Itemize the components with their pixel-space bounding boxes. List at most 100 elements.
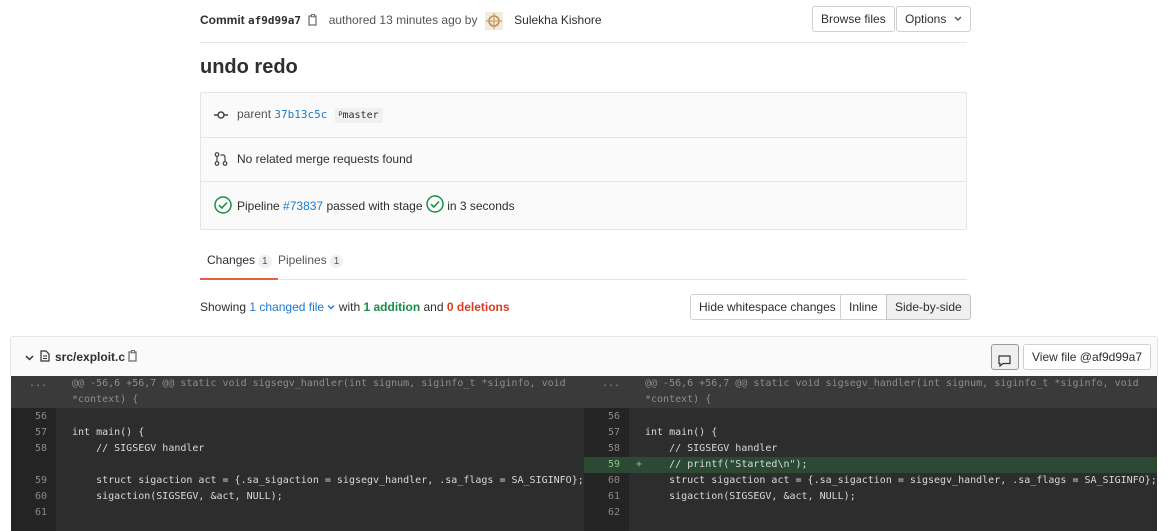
file-path[interactable]: src/exploit.c [55, 350, 125, 364]
parent-sha-link[interactable]: 37b13c5c [274, 108, 327, 121]
with-text: with [338, 300, 361, 314]
pipeline-link[interactable]: #73837 [283, 199, 323, 213]
line-number[interactable]: 58 [11, 441, 47, 457]
hunk-expand[interactable]: ... [11, 376, 47, 392]
commit-meta: Commit af9d99a7 authored 13 minutes ago … [200, 12, 602, 30]
tab-changes-label: Changes [207, 253, 256, 267]
options-dropdown[interactable]: Options [896, 6, 972, 32]
line-number[interactable]: 62 [584, 505, 620, 521]
merge-request-icon [214, 152, 228, 169]
diff-line: 58 // SIGSEGV handler [584, 441, 1157, 457]
commit-node-icon [214, 108, 228, 125]
diff-line-added: 59 + // printf("Started\n"); [584, 457, 1157, 473]
and-text: and [423, 300, 444, 314]
diff-line: 62 [584, 505, 1157, 521]
hunk-header: ... @@ -56,6 +56,7 @@ static void sigseg… [584, 376, 1157, 408]
changed-files-dropdown[interactable]: 1 changed file [249, 300, 338, 314]
code-text: // SIGSEGV handler [645, 443, 778, 454]
tab-pipelines[interactable]: Pipelines 1 [278, 253, 344, 268]
commit-header: Commit af9d99a7 authored 13 minutes ago … [200, 0, 972, 43]
pipeline-passed-icon[interactable] [214, 196, 232, 217]
hunk-text-1: @@ -56,6 +56,7 @@ static void sigsegv_ha… [645, 378, 1139, 389]
code-text: int main() { [645, 427, 718, 438]
hide-whitespace-button[interactable]: Hide whitespace changes [690, 294, 845, 320]
line-number[interactable]: 61 [584, 489, 620, 505]
code-text: sigaction(SIGSEGV, &act, NULL); [645, 491, 856, 502]
copy-path-icon[interactable] [128, 350, 139, 365]
commit-info-box: parent 37b13c5c ᴾmaster No related merge… [200, 92, 967, 230]
code-text: struct sigaction act = {.sa_sigaction = … [72, 475, 584, 486]
diff-summary: Showing 1 changed file with 1 addition a… [200, 300, 510, 314]
merge-request-row: No related merge requests found [201, 137, 966, 182]
diff-line: 61 sigaction(SIGSEGV, &act, NULL); [584, 489, 1157, 505]
chevron-down-icon [327, 300, 335, 314]
file-icon [40, 350, 50, 365]
file-header: src/exploit.c View file @af9d99a7 [10, 336, 1158, 377]
changed-files-label: 1 changed file [249, 300, 325, 314]
collapse-chevron-icon[interactable] [25, 351, 34, 365]
diff-line: 58 // SIGSEGV handler [11, 441, 584, 457]
inline-view-button[interactable]: Inline [840, 294, 887, 320]
added-marker: + [636, 459, 643, 470]
merge-request-text: No related merge requests found [237, 152, 413, 166]
diff-viewer: ... @@ -56,6 +56,7 @@ static void sigseg… [11, 376, 1157, 531]
pipeline-status: passed with stage [326, 199, 423, 214]
line-number[interactable]: 61 [11, 505, 47, 521]
tab-pipelines-label: Pipelines [278, 253, 327, 267]
code-text: int main() { [72, 427, 145, 438]
copy-sha-icon[interactable] [308, 13, 319, 29]
line-number[interactable]: 57 [11, 425, 47, 441]
diff-line: 61 [11, 505, 584, 521]
chevron-down-icon [954, 7, 962, 39]
hunk-text-2: *context) { [645, 394, 712, 405]
diff-line: 56 [11, 409, 584, 425]
commit-sha[interactable]: af9d99a7 [248, 14, 301, 27]
pipeline-label: Pipeline [237, 199, 280, 214]
line-number[interactable]: 56 [584, 409, 620, 425]
showing-text: Showing [200, 300, 247, 314]
tab-changes-count: 1 [258, 255, 272, 268]
hunk-expand[interactable]: ... [584, 376, 620, 392]
diff-line: 60 struct sigaction act = {.sa_sigaction… [584, 473, 1157, 489]
view-file-button[interactable]: View file @af9d99a7 [1023, 344, 1152, 370]
authored-text: authored 13 minutes ago by [328, 13, 478, 28]
page-title: undo redo [200, 56, 298, 78]
pipeline-duration: in 3 seconds [447, 199, 515, 214]
commit-label: Commit [200, 13, 245, 28]
diff-line: 57 int main() { [584, 425, 1157, 441]
parent-label: parent [237, 107, 272, 121]
line-number[interactable]: 60 [584, 473, 620, 489]
hunk-header: ... @@ -56,6 +56,7 @@ static void sigseg… [11, 376, 584, 408]
parent-row: parent 37b13c5c ᴾmaster [201, 93, 966, 138]
additions-count: 1 addition [363, 300, 421, 314]
hunk-text-2: *context) { [72, 394, 139, 405]
line-number[interactable]: 57 [584, 425, 620, 441]
browse-files-button[interactable]: Browse files [812, 6, 895, 32]
side-by-side-view-button[interactable]: Side-by-side [886, 294, 971, 320]
options-label: Options [905, 12, 947, 26]
line-number[interactable]: 60 [11, 489, 47, 505]
line-number[interactable]: 59 [584, 457, 620, 473]
branch-pill[interactable]: ᴾmaster [334, 108, 383, 123]
hunk-text-1: @@ -56,6 +56,7 @@ static void sigsegv_ha… [72, 378, 566, 389]
stage-passed-icon[interactable] [426, 195, 444, 216]
tab-changes[interactable]: Changes 1 [200, 253, 278, 280]
deletions-count: 0 deletions [446, 300, 510, 314]
author-name[interactable]: Sulekha Kishore [514, 13, 601, 27]
branch-name: master [342, 110, 379, 121]
comment-icon [998, 351, 1011, 375]
line-number[interactable]: 59 [11, 473, 47, 489]
comment-button[interactable] [991, 344, 1019, 370]
diff-line: 59 struct sigaction act = {.sa_sigaction… [11, 473, 584, 489]
avatar[interactable] [484, 12, 503, 30]
code-text: // printf("Started\n"); [645, 459, 808, 470]
code-text: // SIGSEGV handler [72, 443, 205, 454]
diff-line: 60 sigaction(SIGSEGV, &act, NULL); [11, 489, 584, 505]
line-number[interactable]: 56 [11, 409, 47, 425]
diff-line: 57 int main() { [11, 425, 584, 441]
pipeline-row: Pipeline #73837 passed with stage in 3 s… [201, 181, 966, 229]
tab-pipelines-count: 1 [329, 255, 344, 268]
diff-line [11, 457, 584, 473]
diff-right-pane: ... @@ -56,6 +56,7 @@ static void sigseg… [584, 376, 1157, 531]
line-number[interactable]: 58 [584, 441, 620, 457]
